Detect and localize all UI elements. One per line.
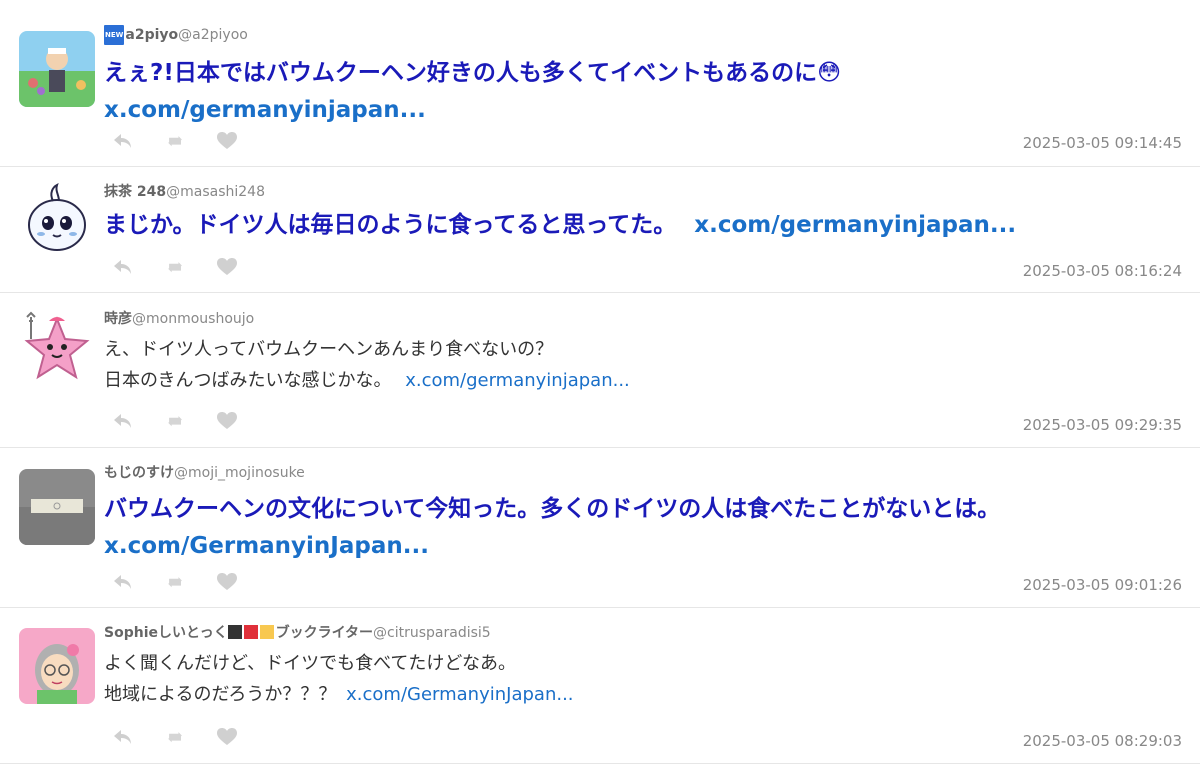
handle[interactable]: @monmoushoujo bbox=[132, 311, 254, 327]
tweet-header: Sophieしいとっく ブックライター@citrusparadisi5 bbox=[104, 624, 1182, 642]
handle[interactable]: @citrusparadisi5 bbox=[373, 625, 491, 641]
display-name-tail[interactable]: ブックライター bbox=[276, 625, 373, 641]
tweet-actions bbox=[112, 570, 268, 594]
like-icon[interactable] bbox=[216, 129, 268, 153]
timestamp: 2025-03-05 08:29:03 bbox=[1022, 732, 1182, 750]
timestamp: 2025-03-05 09:29:35 bbox=[1022, 416, 1182, 434]
yellow-square-icon bbox=[259, 625, 274, 639]
display-name[interactable]: 抹茶 248 bbox=[104, 184, 166, 200]
avatar[interactable] bbox=[19, 31, 95, 107]
tweet-feed: NEW a2piyo@a2piyoo えぇ?!日本ではバウムクーヘン好きの人も多く… bbox=[0, 0, 1200, 764]
retweet-icon[interactable] bbox=[164, 129, 216, 153]
tweet-text-line: 日本のきんつばみたいな感じかな。 bbox=[104, 370, 392, 391]
reply-icon[interactable] bbox=[112, 725, 164, 749]
tweet-actions bbox=[112, 255, 268, 279]
display-name[interactable]: もじのすけ bbox=[104, 465, 174, 481]
handle[interactable]: @a2piyoo bbox=[178, 27, 248, 43]
tweet-link[interactable]: x.com/GermanyinJapan... bbox=[104, 533, 429, 559]
red-square-icon bbox=[243, 625, 258, 639]
display-name[interactable]: a2piyo bbox=[125, 27, 178, 43]
timestamp: 2025-03-05 09:14:45 bbox=[1022, 134, 1182, 152]
display-name[interactable]: 時彦 bbox=[104, 311, 132, 327]
avatar[interactable] bbox=[19, 309, 95, 385]
tweet-link[interactable]: x.com/germanyinjapan... bbox=[104, 97, 426, 123]
tweet-link[interactable]: x.com/GermanyinJapan... bbox=[346, 684, 573, 705]
display-name[interactable]: Sophie bbox=[104, 625, 158, 641]
like-icon[interactable] bbox=[216, 570, 268, 594]
like-icon[interactable] bbox=[216, 409, 268, 433]
tweet-actions bbox=[112, 129, 268, 153]
retweet-icon[interactable] bbox=[164, 570, 216, 594]
like-icon[interactable] bbox=[216, 725, 268, 749]
tweet-text: よく聞くんだけど、ドイツでも食べてたけどなあ。 地域によるのだろうか？？？ x.… bbox=[104, 648, 1182, 710]
avatar[interactable] bbox=[19, 181, 95, 257]
tweet: もじのすけ@moji_mojinosuke バウムクーヘンの文化について今知った… bbox=[0, 448, 1200, 608]
tweet-actions bbox=[112, 409, 268, 433]
display-name-suffix[interactable]: しいとっく bbox=[158, 625, 228, 641]
tweet-header: 時彦@monmoushoujo bbox=[104, 310, 1182, 328]
avatar[interactable] bbox=[19, 469, 95, 545]
tweet-text: え、ドイツ人ってバウムクーヘンあんまり食べないの？ 日本のきんつばみたいな感じか… bbox=[104, 334, 1182, 396]
new-badge-icon: NEW bbox=[104, 25, 125, 45]
tweet: 抹茶 248@masashi248 まじか。ドイツ人は毎日のように食ってると思っ… bbox=[0, 167, 1200, 293]
reply-icon[interactable] bbox=[112, 255, 164, 279]
tweet-text: えぇ?!日本ではバウムクーヘン好きの人も多くてイベントもあるのに😳 x.com/… bbox=[104, 55, 1182, 129]
tweet: NEW a2piyo@a2piyoo えぇ?!日本ではバウムクーヘン好きの人も多く… bbox=[0, 0, 1200, 167]
tweet-link[interactable]: x.com/germanyinjapan... bbox=[694, 212, 1016, 238]
black-square-icon bbox=[227, 625, 242, 639]
tweet-header: NEW a2piyo@a2piyoo bbox=[104, 25, 1182, 45]
handle[interactable]: @moji_mojinosuke bbox=[174, 465, 305, 481]
tweet-header: 抹茶 248@masashi248 bbox=[104, 183, 1182, 201]
tweet-text-line: バウムクーヘンの文化について今知った。多くのドイツの人は食べたことがないとは。 bbox=[104, 496, 1001, 522]
tweet-text-line: まじか。ドイツ人は毎日のように食ってると思ってた。 bbox=[104, 212, 677, 238]
tweet-actions bbox=[112, 725, 268, 749]
tweet-text-line: 地域によるのだろうか？？？ bbox=[104, 684, 337, 705]
tweet-link[interactable]: x.com/germanyinjapan... bbox=[405, 370, 630, 391]
tweet: 時彦@monmoushoujo え、ドイツ人ってバウムクーヘンあんまり食べないの… bbox=[0, 293, 1200, 448]
handle[interactable]: @masashi248 bbox=[166, 184, 265, 200]
reply-icon[interactable] bbox=[112, 129, 164, 153]
timestamp: 2025-03-05 08:16:24 bbox=[1022, 262, 1182, 280]
reply-icon[interactable] bbox=[112, 570, 164, 594]
reply-icon[interactable] bbox=[112, 409, 164, 433]
tweet-text-line: えぇ?!日本ではバウムクーヘン好きの人も多くてイベントもあるのに😳 bbox=[104, 60, 842, 86]
retweet-icon[interactable] bbox=[164, 725, 216, 749]
tweet-text-line: よく聞くんだけど、ドイツでも食べてたけどなあ。 bbox=[104, 653, 517, 674]
avatar[interactable] bbox=[19, 628, 95, 704]
tweet-header: もじのすけ@moji_mojinosuke bbox=[104, 464, 1182, 482]
tweet-text: まじか。ドイツ人は毎日のように食ってると思ってた。 x.com/germanyi… bbox=[104, 207, 1182, 244]
tweet-text-line: え、ドイツ人ってバウムクーヘンあんまり食べないの？ bbox=[104, 339, 554, 360]
tweet: Sophieしいとっく ブックライター@citrusparadisi5 よく聞くん… bbox=[0, 608, 1200, 764]
like-icon[interactable] bbox=[216, 255, 268, 279]
tweet-text: バウムクーヘンの文化について今知った。多くのドイツの人は食べたことがないとは。 … bbox=[104, 491, 1182, 565]
retweet-icon[interactable] bbox=[164, 409, 216, 433]
timestamp: 2025-03-05 09:01:26 bbox=[1022, 576, 1182, 594]
retweet-icon[interactable] bbox=[164, 255, 216, 279]
